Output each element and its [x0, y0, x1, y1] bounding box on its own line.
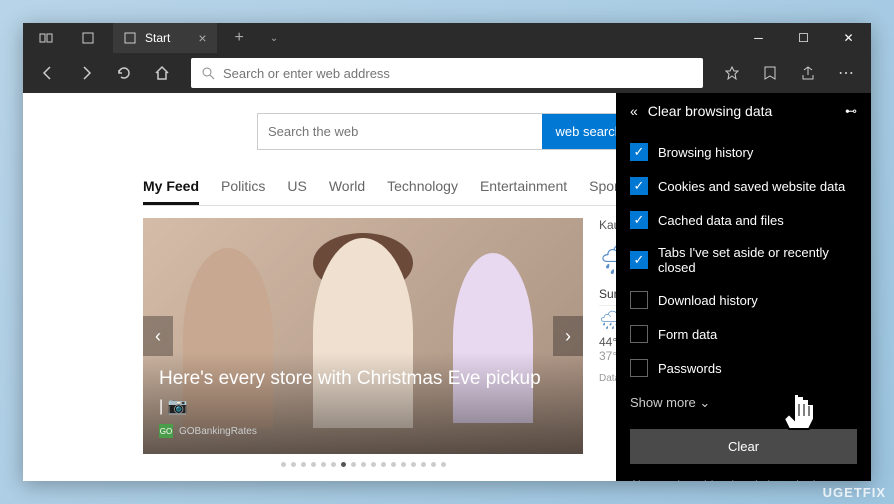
pin-icon[interactable]: ⊷ — [845, 104, 857, 118]
minimize-button[interactable]: ─ — [736, 23, 781, 53]
more-button[interactable]: ⋯ — [829, 56, 863, 90]
source-badge-icon: GO — [159, 424, 173, 438]
forward-button[interactable] — [69, 56, 103, 90]
tabs-aside-icon[interactable] — [71, 21, 105, 55]
label-download-history: Download history — [658, 293, 758, 308]
always-clear-label: Always clear this when I close the brows… — [630, 478, 857, 481]
page-content: web search My Feed Politics US World Tec… — [23, 93, 871, 481]
set-aside-icon[interactable] — [29, 21, 63, 55]
address-input[interactable] — [223, 66, 693, 81]
watermark: UGETFIX — [823, 485, 886, 500]
web-search-input[interactable] — [258, 114, 542, 149]
checkbox-form-data[interactable] — [630, 325, 648, 343]
hero-title: Here's every store with Christmas Eve pi… — [159, 368, 567, 390]
label-form-data: Form data — [658, 327, 717, 342]
tab-title: Start — [145, 31, 170, 45]
reading-button[interactable] — [753, 56, 787, 90]
label-tabs-set-aside: Tabs I've set aside or recently closed — [658, 245, 857, 275]
maximize-button[interactable]: ☐ — [781, 23, 826, 53]
close-window-button[interactable]: ✕ — [826, 23, 871, 53]
clear-browsing-data-panel: « Clear browsing data ⊷ Browsing history… — [616, 93, 871, 481]
camera-icon: | 📷 — [159, 396, 567, 416]
checkbox-download-history[interactable] — [630, 291, 648, 309]
checkbox-cached-data[interactable] — [630, 211, 648, 229]
share-button[interactable] — [791, 56, 825, 90]
tab-chevron-down-icon[interactable]: ⌄ — [262, 33, 286, 44]
checkbox-browsing-history[interactable] — [630, 143, 648, 161]
tab-favicon-icon — [123, 31, 137, 45]
hero-card[interactable]: ‹ › Here's every store with Christmas Ev… — [143, 218, 583, 454]
label-passwords: Passwords — [658, 361, 722, 376]
checkbox-passwords[interactable] — [630, 359, 648, 377]
nav-tab-technology[interactable]: Technology — [387, 170, 458, 205]
nav-tab-myfeed[interactable]: My Feed — [143, 170, 199, 205]
browser-window: Start × + ⌄ ─ ☐ ✕ ⋯ w — [23, 23, 871, 481]
tab-close-icon[interactable]: × — [198, 30, 206, 46]
search-icon — [201, 66, 215, 80]
checkbox-cookies[interactable] — [630, 177, 648, 195]
nav-tab-us[interactable]: US — [287, 170, 306, 205]
nav-tab-politics[interactable]: Politics — [221, 170, 265, 205]
favorites-button[interactable] — [715, 56, 749, 90]
nav-tab-world[interactable]: World — [329, 170, 365, 205]
hero-next-button[interactable]: › — [553, 316, 583, 356]
panel-back-button[interactable]: « — [630, 103, 638, 119]
hero-pagination-dots — [143, 462, 583, 467]
web-search-box: web search — [257, 113, 637, 150]
panel-title: Clear browsing data — [648, 103, 835, 119]
toolbar: ⋯ — [23, 53, 871, 93]
hero-prev-button[interactable]: ‹ — [143, 316, 173, 356]
address-bar[interactable] — [191, 58, 703, 88]
show-more-button[interactable]: Show more ⌄ — [630, 385, 857, 421]
label-cookies: Cookies and saved website data — [658, 179, 845, 194]
titlebar: Start × + ⌄ ─ ☐ ✕ — [23, 23, 871, 53]
home-button[interactable] — [145, 56, 179, 90]
label-cached-data: Cached data and files — [658, 213, 784, 228]
new-tab-button[interactable]: + — [225, 29, 254, 47]
browser-tab[interactable]: Start × — [113, 23, 217, 53]
clear-button[interactable]: Clear — [630, 429, 857, 464]
back-button[interactable] — [31, 56, 65, 90]
checkbox-tabs-set-aside[interactable] — [630, 251, 648, 269]
refresh-button[interactable] — [107, 56, 141, 90]
nav-tab-entertainment[interactable]: Entertainment — [480, 170, 567, 205]
label-browsing-history: Browsing history — [658, 145, 753, 160]
hero-source: GOBankingRates — [179, 426, 257, 437]
